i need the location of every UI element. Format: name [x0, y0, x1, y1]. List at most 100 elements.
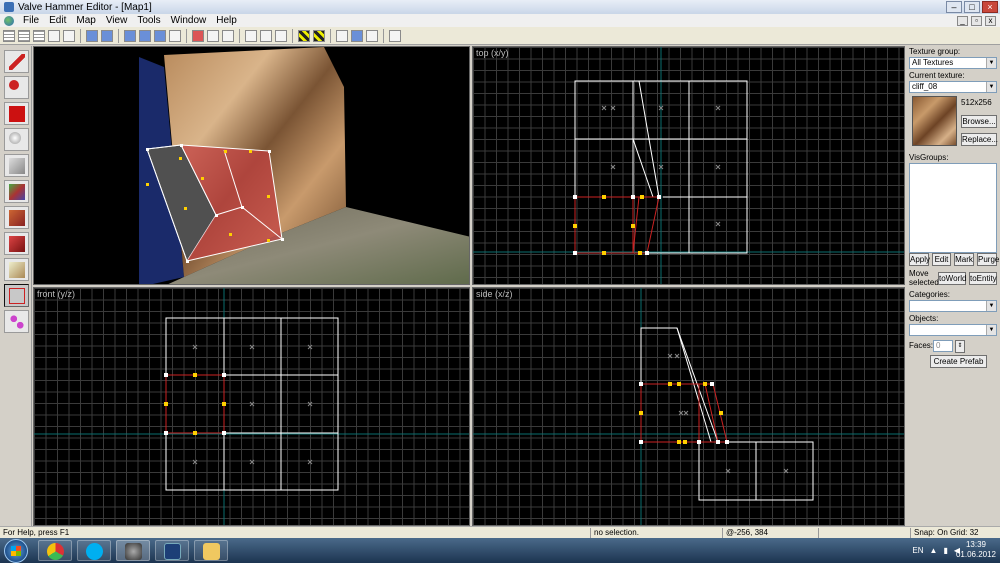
- group-icon[interactable]: [101, 29, 113, 42]
- photoshop-icon: [164, 543, 181, 560]
- texture-application-tool[interactable]: [4, 180, 29, 203]
- minimize-button[interactable]: –: [946, 1, 962, 13]
- system-clock[interactable]: 13:39 01.06.2012: [956, 540, 996, 560]
- menu-window[interactable]: Window: [166, 15, 212, 26]
- camera-3d-viewport[interactable]: [33, 46, 470, 285]
- side-viewport-label: side (x/z): [476, 289, 513, 299]
- replace-button[interactable]: Replace...: [961, 133, 998, 146]
- chevron-down-icon: ▼: [986, 82, 996, 92]
- start-button[interactable]: [4, 538, 28, 563]
- clip-cube-icon: [9, 262, 25, 278]
- entity-tool[interactable]: [4, 128, 29, 151]
- hide-selected-icon[interactable]: [169, 29, 181, 42]
- faces-spinner[interactable]: ⇕: [955, 340, 965, 353]
- 3d-grid-icon[interactable]: [48, 29, 60, 42]
- texture-group-label: Texture group:: [909, 47, 961, 56]
- taskbar-explorer[interactable]: [194, 540, 228, 561]
- taskbar-chrome[interactable]: [38, 540, 72, 561]
- menu-edit[interactable]: Edit: [44, 15, 71, 26]
- current-texture-label: Current texture:: [909, 71, 965, 80]
- help-status: For Help, press F1: [3, 528, 70, 537]
- mark-button[interactable]: Mark: [954, 253, 974, 266]
- clipping-tool[interactable]: [4, 258, 29, 281]
- tray-arrow-icon[interactable]: ▲: [930, 546, 938, 555]
- menu-file[interactable]: File: [18, 15, 44, 26]
- purge-button[interactable]: Purge: [977, 253, 999, 266]
- select-icon[interactable]: [351, 29, 363, 42]
- textured-icon[interactable]: [222, 29, 234, 42]
- taskbar-hammer[interactable]: [116, 540, 150, 561]
- move-to-world-icon[interactable]: [154, 29, 166, 42]
- vertex-tool[interactable]: [4, 284, 29, 307]
- current-texture-select[interactable]: cliff_08 ▼: [909, 81, 997, 93]
- magnify-tool[interactable]: [4, 76, 29, 99]
- larger-grid-icon[interactable]: [33, 29, 45, 42]
- faces-input[interactable]: 0: [933, 340, 953, 352]
- helpers-icon[interactable]: [63, 29, 75, 42]
- taskbar-photoshop[interactable]: [155, 540, 189, 561]
- to-entity-button[interactable]: toEntity: [969, 272, 997, 285]
- texture-group-select[interactable]: All Textures ▼: [909, 57, 997, 69]
- cut-icon[interactable]: [245, 29, 257, 42]
- bounding-box-icon[interactable]: [336, 29, 348, 42]
- document-icon[interactable]: [4, 15, 14, 26]
- ungroup-icon[interactable]: [124, 29, 136, 42]
- paste-icon[interactable]: [275, 29, 287, 42]
- apply-texture-tool[interactable]: [4, 206, 29, 229]
- side-viewport[interactable]: side (x/z): [472, 287, 905, 526]
- wireframe-icon[interactable]: [192, 29, 204, 42]
- texture-size: 512x256: [961, 98, 992, 107]
- path-tool[interactable]: [4, 310, 29, 333]
- to-world-button[interactable]: toWorld: [938, 272, 966, 285]
- objects-select[interactable]: ▼: [909, 324, 997, 336]
- tie-to-entity-icon[interactable]: [139, 29, 151, 42]
- toggle-grid-icon[interactable]: [3, 29, 15, 42]
- menu-view[interactable]: View: [101, 15, 133, 26]
- flat-icon[interactable]: [207, 29, 219, 42]
- brick-cube-icon: [9, 210, 25, 226]
- light-bulb-icon: [9, 132, 21, 144]
- network-icon[interactable]: ▮: [943, 546, 947, 555]
- path-nodes-icon: [9, 314, 25, 330]
- arrow-pen-icon: [9, 54, 25, 70]
- smaller-grid-icon[interactable]: [18, 29, 30, 42]
- main-toolbar: [0, 27, 1000, 45]
- check-problems-icon[interactable]: [313, 29, 325, 42]
- status-bar: For Help, press F1 no selection. @-256, …: [0, 526, 1000, 538]
- menu-map[interactable]: Map: [71, 15, 100, 26]
- decal-tool[interactable]: [4, 232, 29, 255]
- maximize-button[interactable]: □: [964, 1, 980, 13]
- top-viewport[interactable]: top (x/y): [472, 46, 905, 285]
- edit-button[interactable]: Edit: [932, 253, 951, 266]
- categories-select[interactable]: ▼: [909, 300, 997, 312]
- clock-time: 13:39: [965, 540, 986, 549]
- selection-tool[interactable]: [4, 50, 29, 73]
- apply-button[interactable]: Apply: [909, 253, 930, 266]
- visgroups-list[interactable]: [909, 163, 997, 253]
- camera-tool[interactable]: [4, 102, 29, 125]
- front-viewport[interactable]: front (y/z): [33, 287, 470, 526]
- carve-icon[interactable]: [86, 29, 98, 42]
- close-button[interactable]: ×: [982, 1, 998, 13]
- texture-panel: Texture group: All Textures ▼ Current te…: [906, 46, 1000, 526]
- mdi-close-button[interactable]: x: [985, 15, 996, 26]
- snap-icon[interactable]: [389, 29, 401, 42]
- cube-icon: [9, 158, 25, 174]
- texture-lock-icon[interactable]: [366, 29, 378, 42]
- copy-icon[interactable]: [260, 29, 272, 42]
- create-prefab-button[interactable]: Create Prefab: [930, 355, 987, 368]
- red-cube-icon: [9, 236, 25, 252]
- run-map-icon[interactable]: [298, 29, 310, 42]
- menu-help[interactable]: Help: [211, 15, 242, 26]
- visgroups-label: VisGroups:: [909, 153, 949, 162]
- mdi-restore-button[interactable]: ▫: [971, 15, 982, 26]
- block-tool[interactable]: [4, 154, 29, 177]
- chevron-down-icon: ▼: [986, 301, 996, 311]
- taskbar-skype[interactable]: [77, 540, 111, 561]
- mdi-minimize-button[interactable]: _: [957, 15, 968, 26]
- language-indicator[interactable]: EN: [912, 546, 923, 555]
- browse-button[interactable]: Browse...: [961, 115, 997, 128]
- menu-tools[interactable]: Tools: [132, 15, 165, 26]
- folder-icon: [203, 543, 220, 560]
- window-title: Valve Hammer Editor - [Map1]: [18, 1, 152, 13]
